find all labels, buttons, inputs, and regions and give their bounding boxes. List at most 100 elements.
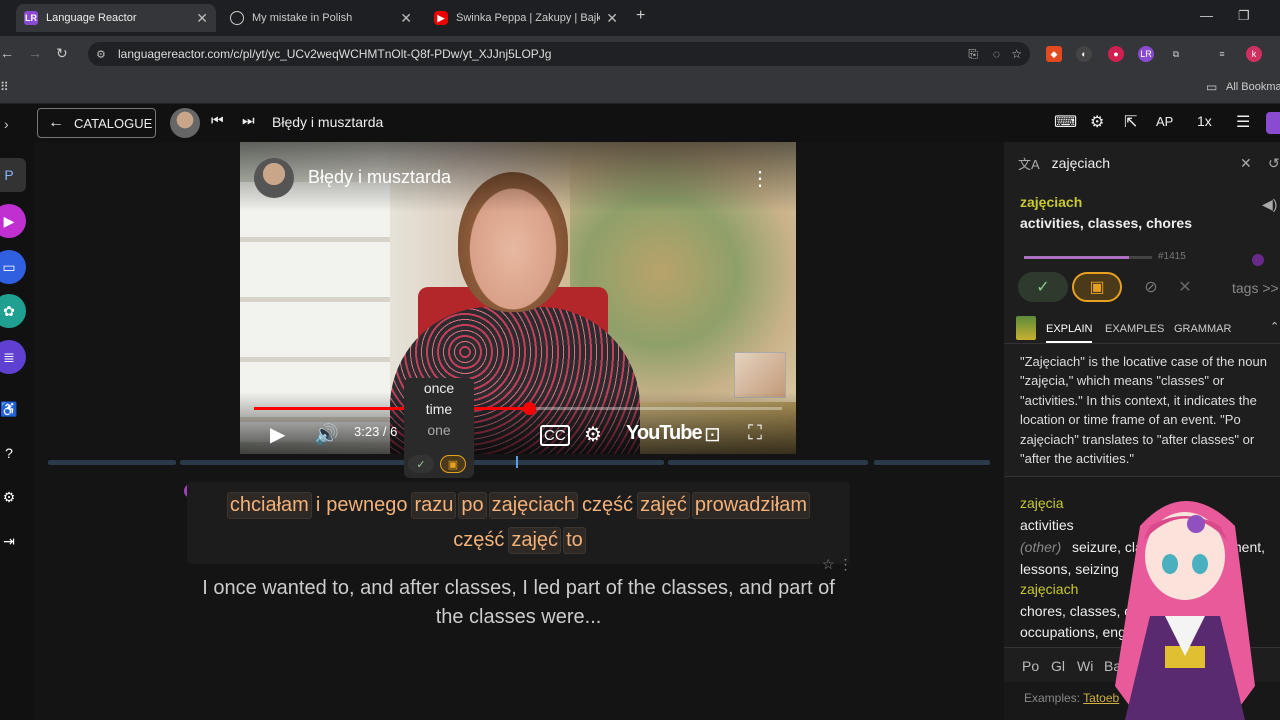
back-icon[interactable]: ← [0,45,14,61]
left-sidebar: P ▶ ▭ ✿ ≣ ♿ ? ⚙ ⇥ [0,142,34,720]
media-icon[interactable]: ≡ [1214,46,1230,62]
close-tab-icon[interactable]: ✕ [400,10,412,27]
minimize-icon[interactable]: — [1200,8,1213,23]
dict-source-po[interactable]: Po [1022,658,1039,674]
dict-source-gl[interactable]: Gl [1051,658,1065,674]
logout-icon[interactable]: ⇥ [0,524,26,558]
yt-channel-avatar[interactable] [254,158,294,198]
tab-language-reactor[interactable]: LR Language Reactor ✕ [16,4,216,32]
collapse-icon[interactable]: ⌃ [1270,320,1279,333]
site-info-icon[interactable]: ⚙ [96,48,106,61]
profile-avatar[interactable]: k [1246,46,1262,62]
extension-mask-icon[interactable]: ◐ [1076,46,1092,62]
speaker-icon[interactable]: ◀) [1262,196,1277,213]
dictionary-search[interactable]: 文A zajęciach ✕ ↺ [1004,148,1280,178]
subtitle-word[interactable]: chciałam [226,492,312,519]
new-tab-button[interactable]: + [636,7,645,25]
yt-progress-bar[interactable] [254,402,782,415]
video-player[interactable]: Błędy i musztarda ⋮ ▶ 🔊 3:23 / 6 CC ⚙ Yo… [240,142,796,454]
forward-icon[interactable]: → [28,45,42,61]
maximize-icon[interactable]: ❐ [1238,8,1250,24]
settings-icon[interactable]: ⚙ [0,480,26,514]
close-tab-icon[interactable]: ✕ [196,10,208,27]
play-icon[interactable]: ▶ [270,422,285,447]
extensions-puzzle-icon[interactable]: ⧉ [1168,46,1184,62]
learning-book-icon[interactable]: ▣ [1072,272,1122,302]
catalogue-button[interactable]: ← CATALOGUE [37,108,156,138]
timeline-segment[interactable] [874,460,990,465]
fullscreen-icon[interactable]: ⛶ [748,422,762,445]
keyboard-icon[interactable]: ⌨ [1054,112,1077,132]
expand-sidebar-icon[interactable]: › [4,116,9,132]
all-bookmarks-label[interactable]: All Bookmar [1226,81,1280,93]
apps-grid-icon[interactable]: ⠿ [0,80,9,94]
language-reactor-extension-icon[interactable]: LR [1138,46,1154,62]
cc-icon[interactable]: CC [540,425,570,446]
volume-icon[interactable]: 🔊 [314,422,339,447]
def-headword: zajęciach [1020,581,1079,597]
tab-grammar[interactable]: GRAMMAR [1174,323,1231,335]
subtitle-word[interactable]: pewnego [324,493,409,518]
timeline-segment[interactable] [48,460,176,465]
subtitle-word[interactable]: zajęć [508,527,562,554]
list-icon[interactable]: ≣ [0,340,26,374]
tab-explain[interactable]: EXPLAIN [1046,323,1093,343]
channel-avatar[interactable] [170,108,200,138]
close-icon[interactable]: ✕ [1170,272,1200,302]
help-icon[interactable]: ? [0,436,26,470]
url-field[interactable]: ⚙ languagereactor.com/c/pl/yt/yc_UCv2weq… [88,42,1030,66]
brave-shield-icon[interactable]: ◆ [1046,46,1062,62]
settings-gear-icon[interactable]: ⚙ [584,422,602,447]
mark-known-icon[interactable]: ✓ [408,455,434,473]
reload-icon[interactable]: ↻ [56,45,68,62]
popup-word: one [427,422,451,438]
play-icon[interactable]: ▶ [0,204,26,238]
mark-learning-icon[interactable]: ▣ [440,455,466,473]
subtitle-word[interactable]: część [451,528,506,553]
subtitle-timeline[interactable] [48,460,990,465]
timeline-cursor [516,456,518,468]
accessibility-icon[interactable]: ♿ [0,392,26,426]
cast-icon[interactable]: ⊡ [704,422,721,447]
close-tab-icon[interactable]: ✕ [606,10,618,27]
openai-icon[interactable]: ✿ [0,294,26,328]
install-icon[interactable]: ⎘ [968,47,978,62]
yt-video-title[interactable]: Błędy i musztarda [308,167,451,188]
tab-my-mistake[interactable]: My mistake in Polish ✕ [222,4,420,32]
subtitle-word[interactable]: razu [411,492,457,519]
lr-panel-toggle-icon[interactable] [1266,112,1280,134]
speed-button[interactable]: 1x [1197,113,1212,129]
tags-link[interactable]: tags >> [1232,280,1279,296]
history-icon[interactable]: ↺ [1268,155,1280,172]
tab-examples[interactable]: EXAMPLES [1105,323,1164,335]
extension-badge-icon[interactable]: ● [1108,46,1124,62]
p-icon[interactable]: P [0,158,26,192]
subtitle-word[interactable]: część [580,493,635,518]
subtitle-word[interactable]: po [458,492,487,519]
more-vert-icon[interactable]: ⋮ [750,166,770,191]
menu-icon[interactable]: ☰ [1236,112,1250,132]
ignore-icon[interactable]: ⊘ [1126,272,1176,302]
eye-off-icon[interactable]: ◌ [993,47,1000,61]
subtitle-word[interactable]: to [563,527,586,554]
chat-icon[interactable]: ▭ [0,250,26,284]
tab-swinka-peppa[interactable]: ▶ Świnka Peppa | Zakupy | Bajki P ✕ [426,4,626,32]
dict-source-wi[interactable]: Wi [1077,658,1093,674]
known-check-icon[interactable]: ✓ [1018,272,1068,302]
save-star-icon[interactable]: ☆ ⋮ [822,556,852,573]
export-icon[interactable]: ⇱ [1124,112,1137,132]
next-video-icon[interactable]: ⏭ [242,112,255,129]
subtitle-word[interactable]: i [314,493,322,518]
settings-gear-icon[interactable]: ⚙ [1090,112,1104,132]
purple-dot-icon[interactable] [1252,254,1264,266]
yt-progress-head[interactable] [522,402,536,415]
bookmark-star-icon[interactable]: ☆ [1011,47,1022,61]
timeline-segment[interactable] [668,460,868,465]
clear-search-icon[interactable]: ✕ [1240,155,1252,172]
subtitle-word[interactable]: prowadziłam [691,492,811,519]
subtitle-word[interactable]: zajęciach [488,492,578,519]
youtube-logo[interactable]: YouTube [626,422,703,445]
previous-video-icon[interactable]: ⏮ [211,112,224,129]
ap-button[interactable]: AP [1156,114,1173,129]
subtitle-word[interactable]: zajęć [637,492,690,519]
